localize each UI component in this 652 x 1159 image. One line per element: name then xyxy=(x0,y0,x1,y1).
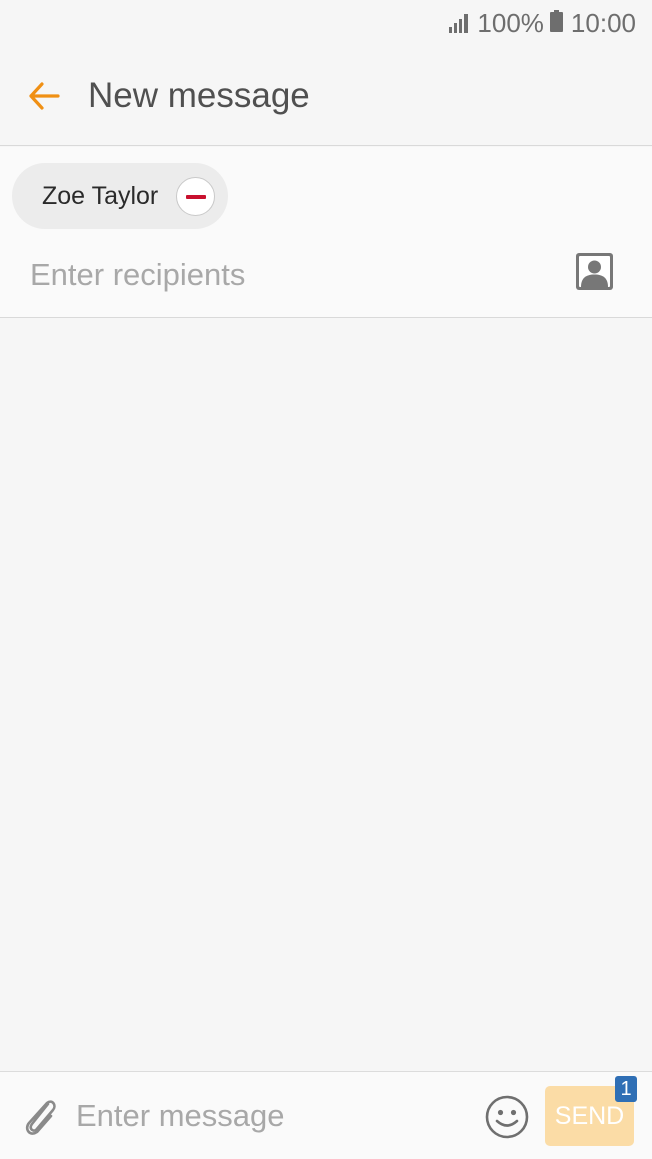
recipients-panel: Zoe Taylor xyxy=(0,147,652,318)
message-input[interactable] xyxy=(76,1090,466,1142)
battery-icon xyxy=(549,8,563,39)
compose-bar: SEND 1 xyxy=(0,1071,652,1159)
battery-percent: 100% xyxy=(477,7,544,38)
attach-button[interactable] xyxy=(20,1094,60,1138)
remove-recipient-button[interactable] xyxy=(176,177,215,216)
back-button[interactable] xyxy=(0,46,88,146)
app-bar: New message xyxy=(0,46,652,146)
emoji-button[interactable] xyxy=(484,1094,530,1140)
sim-badge: 1 xyxy=(615,1076,637,1102)
signal-icon xyxy=(449,13,471,33)
page-title: New message xyxy=(88,75,310,115)
contacts-button[interactable] xyxy=(576,253,613,290)
recipient-input[interactable] xyxy=(30,247,550,303)
smiley-icon xyxy=(485,1095,529,1139)
back-arrow-icon xyxy=(29,81,60,110)
remove-icon xyxy=(185,194,206,199)
recipient-chip-label: Zoe Taylor xyxy=(42,181,159,210)
clock: 10:00 xyxy=(570,7,636,38)
paperclip-icon xyxy=(25,1100,56,1135)
status-bar: 100% 10:00 xyxy=(0,0,652,46)
recipient-chip[interactable]: Zoe Taylor xyxy=(12,163,228,229)
contact-icon xyxy=(576,253,613,290)
